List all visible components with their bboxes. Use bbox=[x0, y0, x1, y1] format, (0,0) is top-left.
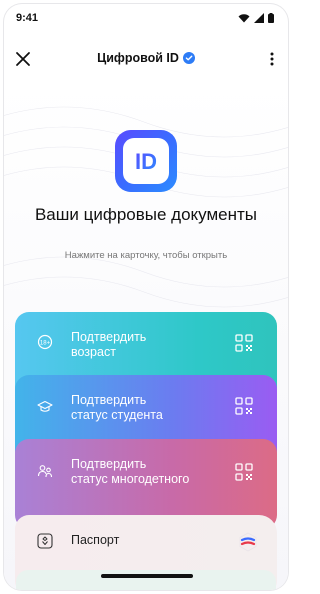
svg-text:ID: ID bbox=[135, 149, 157, 173]
card-family-label: Подтвердить статус многодетного bbox=[71, 457, 189, 487]
card-student-label-line1: Подтвердить bbox=[71, 393, 147, 407]
card-family-label-line1: Подтвердить bbox=[71, 457, 147, 471]
main-content: ID Ваши цифровые документы Нажмите на ка… bbox=[4, 82, 288, 590]
app-header: Цифровой ID bbox=[4, 36, 288, 82]
age-18-plus-icon: 18+ bbox=[37, 334, 53, 350]
card-family-label-line2: статус многодетного bbox=[71, 472, 190, 486]
verified-badge-icon bbox=[182, 52, 195, 64]
more-options-button[interactable] bbox=[264, 48, 280, 70]
svg-text:18+: 18+ bbox=[40, 341, 51, 347]
emblem-icon bbox=[37, 533, 53, 549]
card-student-label: Подтвердить статус студента bbox=[71, 393, 163, 423]
digital-id-logo: ID bbox=[115, 130, 177, 192]
status-bar: 9:41 bbox=[4, 4, 288, 34]
page-title: Цифровой ID bbox=[97, 51, 179, 65]
digital-id-logo-inner: ID bbox=[123, 138, 169, 184]
home-indicator bbox=[101, 574, 193, 578]
phone-screen: 9:41 Цифровой ID ID Ваши цифровые докуме… bbox=[4, 4, 288, 590]
bottom-card-peek bbox=[16, 570, 276, 590]
qr-code-icon[interactable] bbox=[235, 397, 253, 415]
battery-icon bbox=[268, 13, 274, 23]
card-student-label-line2: статус студента bbox=[71, 408, 163, 422]
id-logo-text: ID bbox=[135, 149, 157, 173]
qr-code-icon[interactable] bbox=[235, 463, 253, 481]
more-vertical-icon bbox=[270, 52, 274, 66]
card-age-label-line1: Подтвердить bbox=[71, 330, 147, 344]
instruction-text: Нажмите на карточку, чтобы открыть bbox=[64, 250, 228, 261]
status-icons bbox=[238, 13, 274, 23]
headline: Ваши цифровые документы bbox=[34, 205, 258, 224]
status-time: 9:41 bbox=[16, 12, 39, 24]
card-age-label: Подтвердить возраст bbox=[71, 330, 146, 360]
graduation-cap-icon bbox=[37, 400, 53, 412]
card-age-label-line2: возраст bbox=[71, 345, 116, 359]
wifi-icon bbox=[238, 14, 250, 23]
qr-code-icon[interactable] bbox=[235, 334, 253, 352]
signal-icon bbox=[254, 13, 264, 23]
gosuslugi-logo-icon bbox=[239, 532, 257, 552]
family-icon bbox=[37, 465, 53, 478]
card-passport-label: Паспорт bbox=[71, 533, 120, 547]
header-title-group: Цифровой ID bbox=[4, 51, 288, 65]
